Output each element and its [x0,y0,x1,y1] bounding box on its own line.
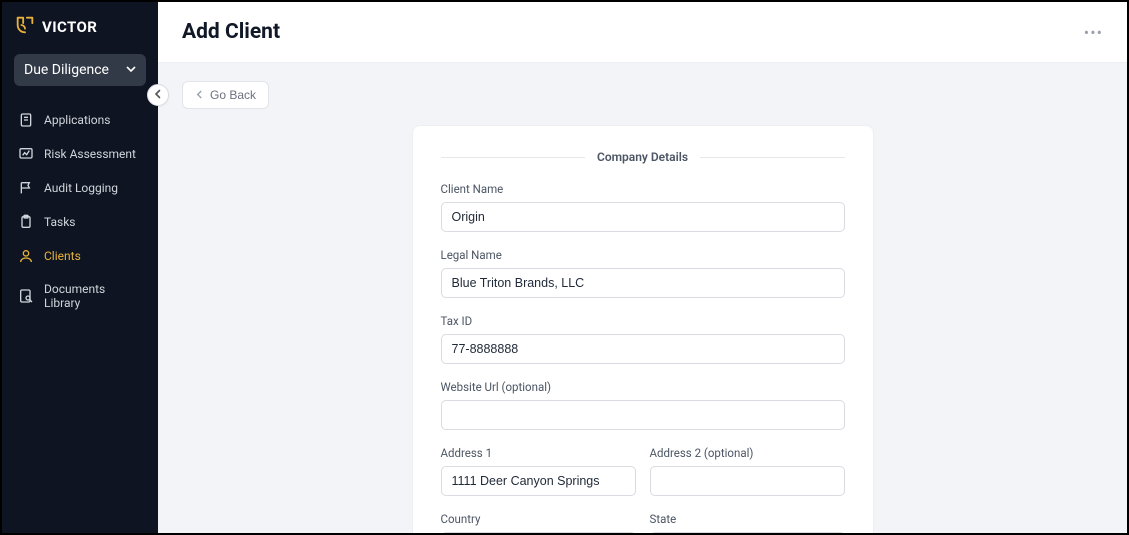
legal-name-label: Legal Name [441,248,845,262]
company-details-card: Company Details Client Name Legal Name T… [412,125,874,533]
address2-input[interactable] [650,466,845,496]
content-area: Go Back Company Details Client Name Lega… [158,63,1127,533]
country-select[interactable]: United States of America [441,532,636,533]
chart-icon [18,146,34,162]
clipboard-icon [18,214,34,230]
page-header: Add Client ••• [158,2,1127,63]
section-title: Company Details [597,150,688,164]
flag-icon [18,180,34,196]
sidebar-item-risk-assessment[interactable]: Risk Assessment [8,138,152,170]
module-selector-label: Due Diligence [24,62,109,78]
chevron-left-icon [153,88,163,102]
sidebar-item-label: Risk Assessment [44,147,136,161]
sidebar-item-clients[interactable]: Clients [8,240,152,272]
state-label: State [650,512,845,526]
sidebar-item-label: Documents Library [44,282,142,310]
main-area: Add Client ••• Go Back Company Details C… [158,2,1127,533]
sidebar-item-label: Clients [44,249,81,263]
website-label: Website Url (optional) [441,380,845,394]
caret-down-icon [126,62,136,78]
divider [441,157,585,158]
search-document-icon [18,288,34,304]
divider [700,157,844,158]
sidebar-item-documents-library[interactable]: Documents Library [8,274,152,318]
address2-label: Address 2 (optional) [650,446,845,460]
brand-logo: VICTOR [2,14,158,54]
document-icon [18,112,34,128]
module-selector[interactable]: Due Diligence [14,54,146,86]
sidebar-item-label: Tasks [44,215,76,229]
client-name-label: Client Name [441,182,845,196]
chevron-left-icon [195,88,204,102]
tax-id-label: Tax ID [441,314,845,328]
address1-label: Address 1 [441,446,636,460]
section-header: Company Details [441,150,845,164]
client-name-input[interactable] [441,202,845,232]
sidebar-item-label: Audit Logging [44,181,118,195]
tax-id-input[interactable] [441,334,845,364]
sidebar: VICTOR Due Diligence Applications Risk A… [2,2,158,533]
website-input[interactable] [441,400,845,430]
sidebar-item-label: Applications [44,113,110,127]
go-back-button[interactable]: Go Back [182,81,269,109]
legal-name-input[interactable] [441,268,845,298]
more-menu-icon[interactable]: ••• [1084,23,1103,42]
sidebar-item-applications[interactable]: Applications [8,104,152,136]
sidebar-collapse-button[interactable] [147,84,169,106]
sidebar-item-tasks[interactable]: Tasks [8,206,152,238]
user-icon [18,248,34,264]
country-label: Country [441,512,636,526]
sidebar-nav: Applications Risk Assessment Audit Loggi… [2,104,158,318]
state-select[interactable]: Colorado (CO) [650,532,845,533]
page-title: Add Client [182,20,280,44]
sidebar-item-audit-logging[interactable]: Audit Logging [8,172,152,204]
brand-name: VICTOR [42,18,97,36]
go-back-label: Go Back [210,88,256,102]
address1-input[interactable] [441,466,636,496]
lion-logo-icon [14,14,36,40]
